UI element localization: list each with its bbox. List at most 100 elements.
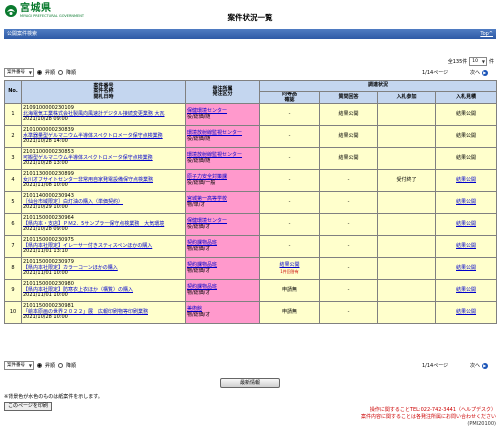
table-row: 6 2101150000230964 【県内本・支店】ＰＭ2．5サンプラー保守点検業… [4,213,498,236]
result-cell: 結果公開 [434,125,498,148]
qa-cell: - [319,279,378,302]
qa-status: - [347,176,350,183]
sort-select-bottom[interactable]: 案件番号 [4,361,34,370]
qa-cell: 結果公開 [319,147,378,170]
dept-link[interactable]: 環境放射線監視センター [187,130,242,136]
dept-cell: 環境放射線監視センター 役/総価/随 [185,147,260,170]
equal-status: 申請無 [281,286,297,293]
order-kind: 物/総価/オ [187,245,211,252]
top-link[interactable]: Top^ [480,29,493,39]
row-no: 1 [4,103,22,126]
join-cell [377,213,436,236]
asc-radio[interactable] [37,70,42,75]
dept-link[interactable]: 契約課物品班 [187,262,217,268]
case-cell: 2101100000230853 可搬型ゲルマニウム半導体スペクトロメータ保守点検… [21,147,186,170]
dept-cell: 美術館 物/総価/オ [185,301,260,324]
next-page-link-bottom[interactable]: 次へ ▶ [470,362,488,369]
page-indicator: 1/14ページ [422,70,449,76]
table-row: 10 2101150000230981 「絵本原画の世界２０２２」展 広報印刷物等印… [4,301,498,324]
equal-note: 1件回答有 [280,268,299,274]
join-cell [377,279,436,302]
result-status: 結果公開 [456,110,477,117]
qa-cell: 結果公開 [319,125,378,148]
case-cell: 2101130000230899 女川オフサイトセンター非常用自家発電設備保守点検… [21,169,186,192]
result-link[interactable]: 結果公開 [456,243,476,249]
equal-cell: - [259,213,320,236]
result-link[interactable]: 結果公開 [456,287,476,293]
next-page-link[interactable]: 次へ ▶ [470,69,488,76]
qa-cell: - [319,257,378,280]
dept-cell: 環境放射線監視センター 役/総価/随 [185,125,260,148]
next-label: 次へ [470,70,481,76]
result-link[interactable]: 結果公開 [456,221,476,227]
dept-cell: 原子力安全対策課 役/総価/一般 [185,169,260,192]
col-result: 入札見積 [434,91,498,104]
qa-cell: - [319,301,378,324]
dept-cell: 契約課物品班 物/総価/オ [185,235,260,258]
join-cell [377,235,436,258]
equal-cell: 申請無 [259,301,320,324]
result-status: 結果公開 [456,154,477,161]
order-kind: 役/総価/随 [187,135,211,142]
result-cell: 結果公開 [434,213,498,236]
sort-select[interactable]: 案件番号 [4,68,34,77]
opening-date: 2021/10/28 10:00 [23,314,68,321]
asc-radio-bottom[interactable] [37,363,42,368]
latest-info-button[interactable]: 最新情報 [220,378,280,388]
next-arrow-icon: ▶ [481,362,488,369]
result-cell: 結果公開 [434,235,498,258]
dept-link[interactable]: 原子力安全対策課 [187,174,227,180]
dept-link[interactable]: 保健環境センター [187,108,227,114]
result-count-row: 全135件 10 件 [448,57,494,66]
section-title: 公開案件検索 [7,31,38,37]
table-row: 3 2101100000230853 可搬型ゲルマニウム半導体スペクトロメータ保守点… [4,147,498,170]
equal-link[interactable]: 結果公開 [279,262,299,268]
result-link[interactable]: 結果公開 [456,265,476,271]
per-page-select[interactable]: 10 [469,57,487,66]
result-link[interactable]: 結果公開 [456,199,476,205]
result-link[interactable]: 結果公開 [456,177,476,183]
row-no: 2 [4,125,22,148]
result-cell: 結果公開 [434,257,498,280]
result-link[interactable]: 結果公開 [456,309,476,315]
dept-link[interactable]: 美術館 [187,306,202,312]
equal-status: 申請無 [281,308,297,315]
dept-link[interactable]: 契約課物品班 [187,284,217,290]
order-kind: 役/総価/随 [187,113,211,120]
case-cell: 2101150000230980 【県内本社限定】防寒衣上衣ほか（構覧）の購入 20… [21,279,186,302]
case-cell: 2101150000230975 【県内本社限定】イレーサー付きスティスペンほかの… [21,235,186,258]
per-page-suffix: 件 [488,59,494,65]
print-page-button[interactable]: このページを印刷 [4,402,52,411]
desc-radio[interactable] [58,70,64,75]
col-equal-2: 確認 [284,96,295,103]
paper-case-note: ※背景色が水色のものは紙案件を示します。 [4,394,103,400]
dept-link[interactable]: 環境放射線監視センター [187,152,242,158]
qa-cell: - [319,213,378,236]
opening-date: 2021/10/28 09:00 [23,116,68,123]
equal-status: - [288,198,291,205]
equal-status: - [288,176,291,183]
dept-link[interactable]: 保健環境センター [187,218,227,224]
equal-status: - [288,132,291,139]
table-row: 7 2101150000230975 【県内本社限定】イレーサー付きスティスペンほか… [4,235,498,258]
col-join: 入札参加 [377,91,436,104]
equal-cell: - [259,169,320,192]
desc-radio-bottom[interactable] [58,363,64,368]
join-cell [377,257,436,280]
contact-info: 操作に関することTEL:022-742-3441（ヘルプデスク） 案件内容に関す… [361,407,496,428]
equal-cell: - [259,235,320,258]
dept-link[interactable]: 宮城第一高等学校 [187,196,227,202]
qa-status: - [347,198,350,205]
dept-link[interactable]: 契約課物品班 [187,240,217,246]
opening-date: 2021/11/08 10:00 [23,182,68,189]
row-no: 9 [4,279,22,302]
page-title: 案件状況一覧 [227,13,273,22]
qa-cell: - [319,169,378,192]
row-no: 3 [4,147,22,170]
row-no: 4 [4,169,22,192]
join-status: 受付終了 [396,176,417,183]
col-dept: 発注所属 発注区分 [185,80,260,104]
opening-date: 2021/10/28 09:00 [23,226,68,233]
order-kind: 役/総価/一般 [187,179,216,186]
pager-top: 案件番号 昇順 降順 1/14ページ 次へ ▶ [4,68,496,78]
